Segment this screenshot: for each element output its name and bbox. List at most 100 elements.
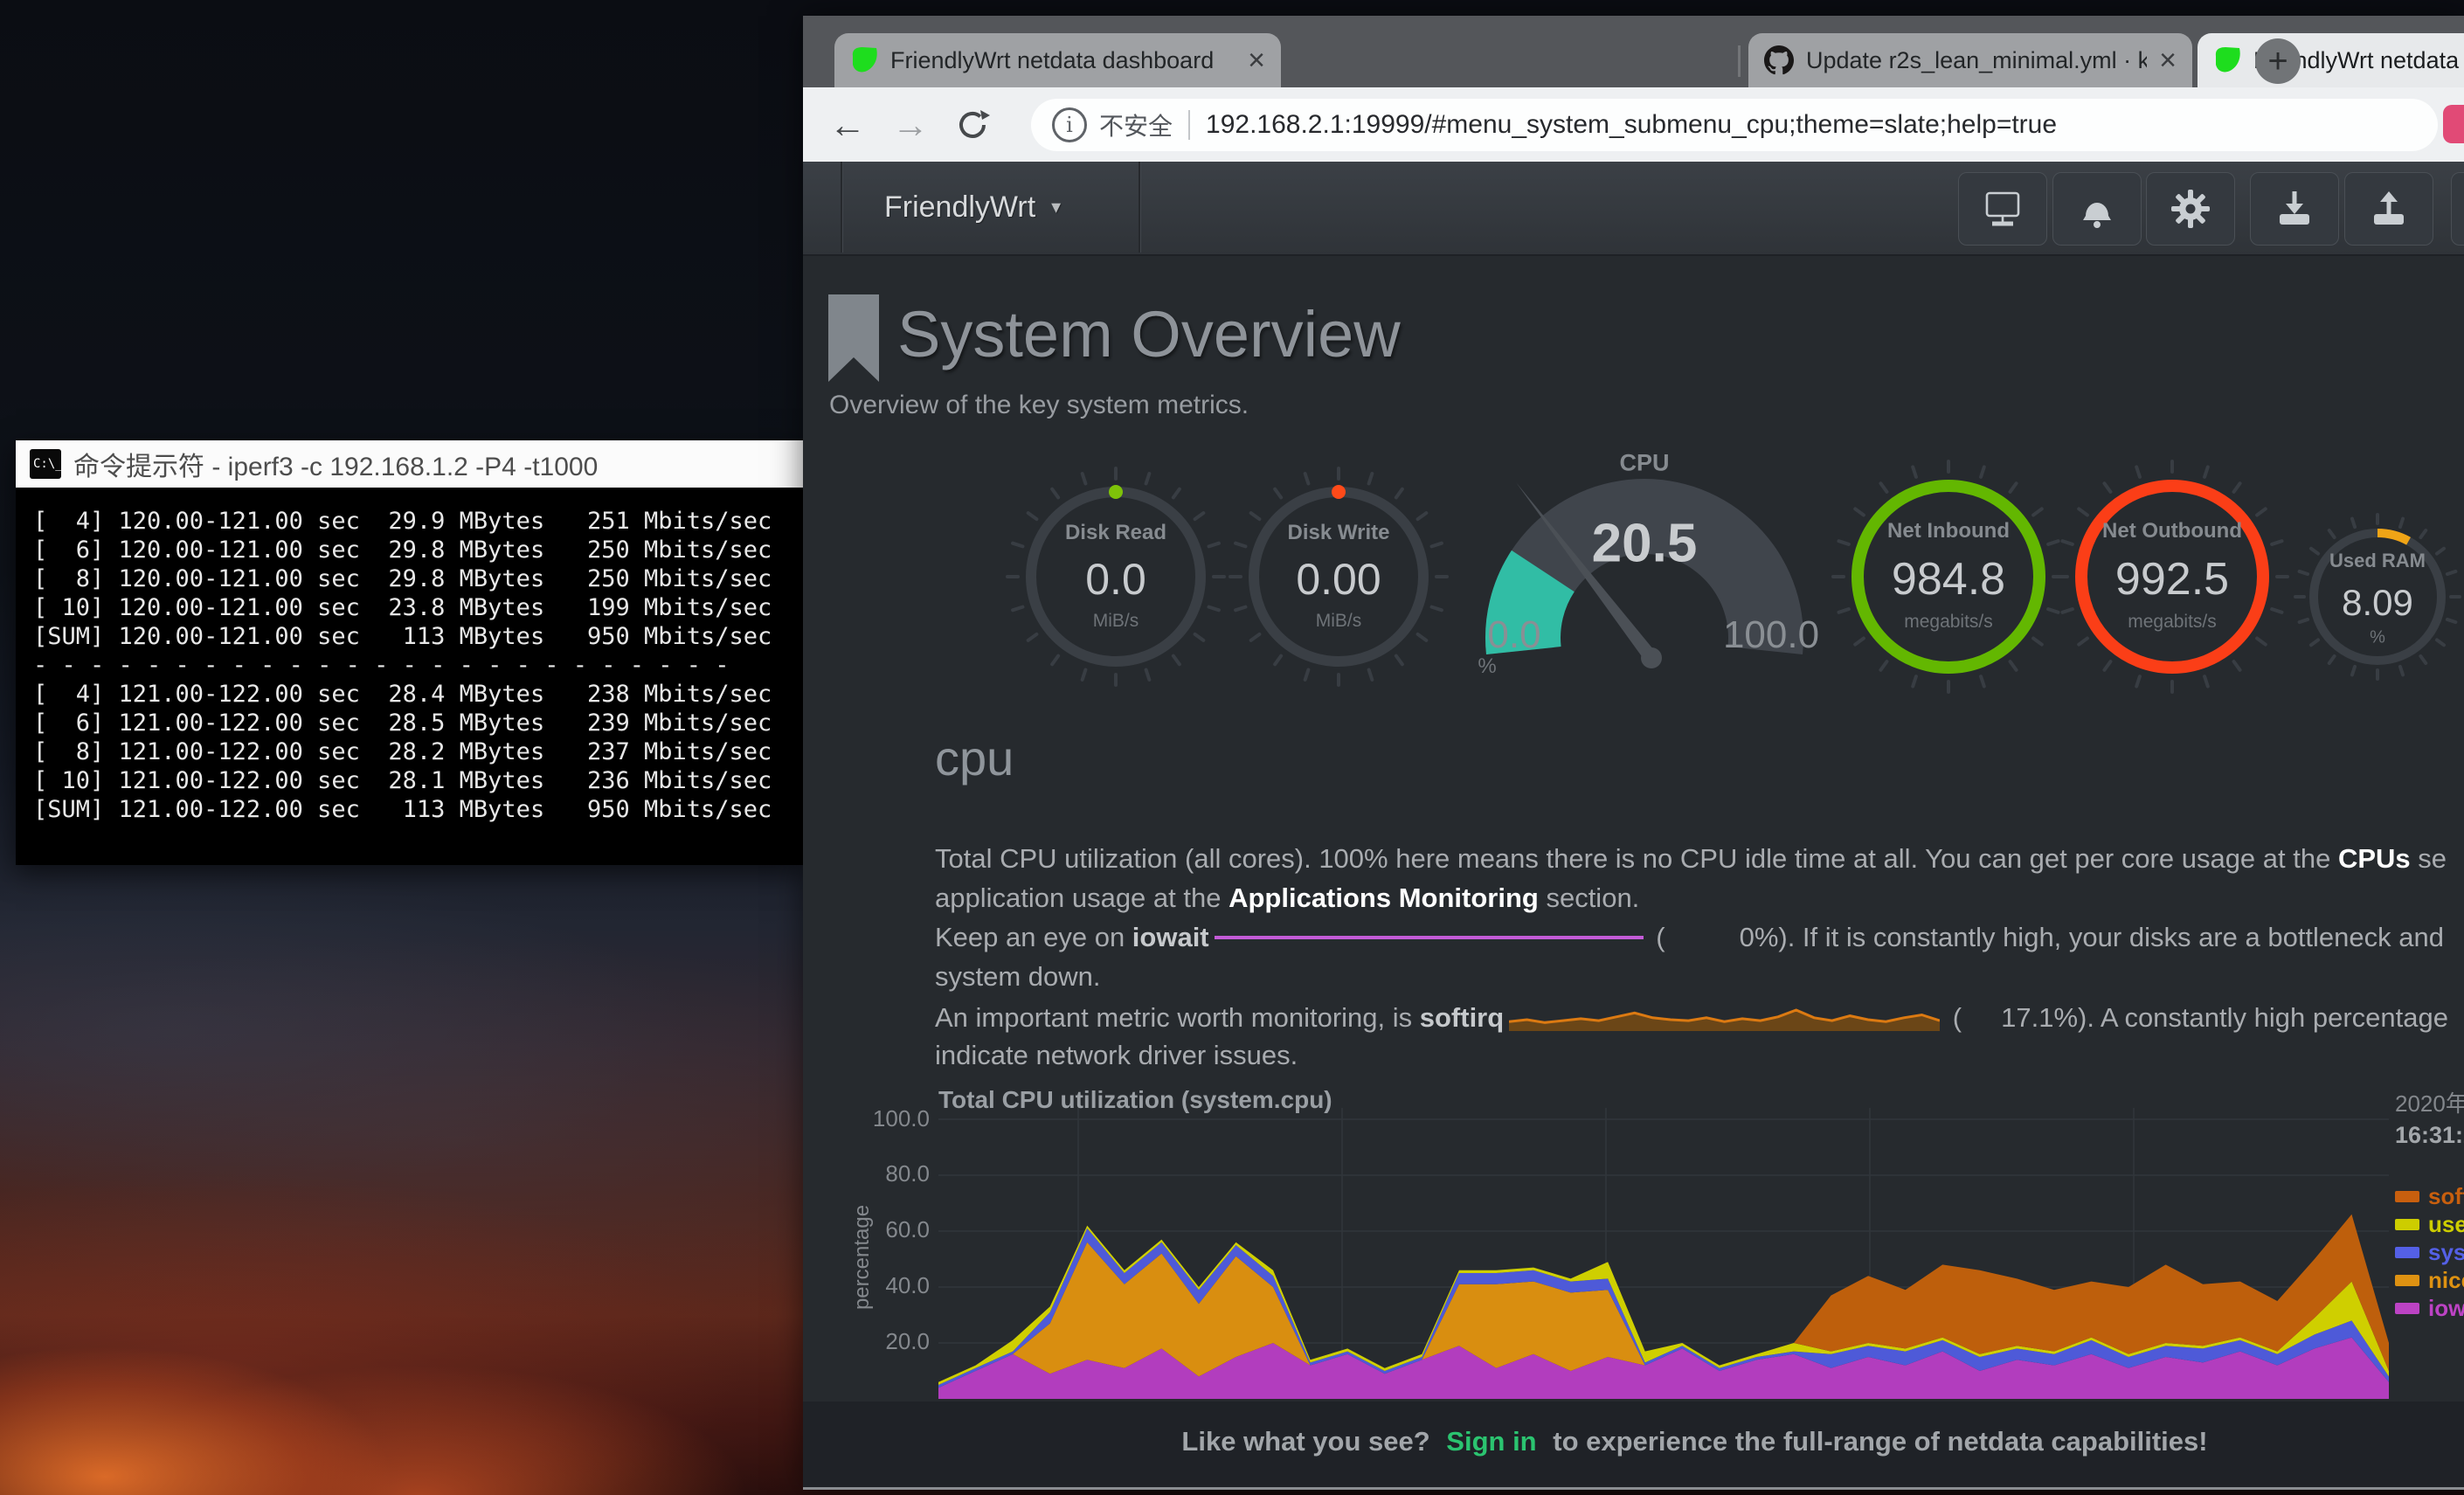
host-name: FriendlyWrt bbox=[884, 190, 1035, 225]
host-dropdown[interactable]: FriendlyWrt ▾ bbox=[884, 162, 1061, 253]
legend-swatch bbox=[2395, 1247, 2419, 1258]
alarms-button[interactable] bbox=[2052, 172, 2142, 246]
highlighted-term: softirq bbox=[1420, 1002, 1504, 1033]
tab-strip: FriendlyWrt netdata dashboard × Update r… bbox=[803, 16, 2464, 87]
new-tab-button[interactable]: + bbox=[2255, 38, 2301, 84]
terminal-output-line: [SUM] 121.00-122.00 sec 113 MBytes 950 M… bbox=[33, 795, 804, 824]
import-button[interactable] bbox=[2250, 172, 2339, 246]
gauge-unit: megabits/s bbox=[1904, 612, 1993, 633]
screen: C:\_ 命令提示符 - iperf3 -c 192.168.1.2 -P4 -… bbox=[0, 0, 2464, 1495]
tab-title: FriendlyWrt netdata dashboard bbox=[890, 47, 1235, 74]
text-run: ( bbox=[1945, 1002, 1962, 1033]
monitor-icon bbox=[1980, 188, 2025, 230]
y-tick-label: 100.0 bbox=[851, 1105, 930, 1132]
gauge-label: CPU bbox=[1619, 450, 1669, 477]
description-line: Total CPU utilization (all cores). 100% … bbox=[935, 839, 2464, 878]
tab-close-icon[interactable]: × bbox=[2159, 45, 2177, 75]
tab-close-icon[interactable]: × bbox=[1248, 45, 1265, 75]
legend-items: softirqusersystemniceiowait bbox=[2395, 1182, 2464, 1322]
iowait-sparkline[interactable] bbox=[1215, 919, 1644, 959]
browser-toolbar: ← → i 不安全 192.168.2.1:19999/#menu_system… bbox=[803, 87, 2464, 162]
signin-link[interactable]: Sign in bbox=[1446, 1426, 1536, 1457]
legend-label: system bbox=[2428, 1239, 2464, 1266]
terminal-output[interactable]: [ 4] 120.00-121.00 sec 29.9 MBytes 251 M… bbox=[16, 488, 804, 865]
signin-bar: Like what you see? Sign in to experience… bbox=[803, 1402, 2464, 1490]
terminal-output-line: [ 6] 120.00-121.00 sec 29.8 MBytes 250 M… bbox=[33, 536, 804, 564]
url-bar[interactable]: i 不安全 192.168.2.1:19999/#menu_system_sub… bbox=[1031, 99, 2438, 151]
text-run: ( bbox=[1649, 922, 1665, 952]
page-info-icon[interactable]: i bbox=[1052, 107, 1087, 142]
bell-icon bbox=[2077, 188, 2117, 230]
cmd-prompt-icon: C:\_ bbox=[30, 449, 61, 479]
help-button[interactable] bbox=[2451, 172, 2464, 246]
back-button[interactable]: ← bbox=[821, 87, 874, 162]
gauge-label: Disk Read bbox=[1065, 521, 1166, 545]
section-title: System Overview bbox=[897, 297, 1401, 371]
y-tick-label: 80.0 bbox=[851, 1160, 930, 1187]
legend-swatch bbox=[2395, 1275, 2419, 1286]
navbar-divider bbox=[1139, 162, 1140, 253]
description-line: system down. bbox=[935, 957, 2464, 996]
print-mode-button[interactable] bbox=[1958, 172, 2047, 246]
url-text[interactable]: 192.168.2.1:19999/#menu_system_submenu_c… bbox=[1206, 110, 2057, 140]
tab-netdata-1[interactable]: FriendlyWrt netdata dashboard × bbox=[834, 33, 1281, 87]
tab-github[interactable]: Update r2s_lean_minimal.yml · k × bbox=[1748, 33, 2192, 87]
extension-icon[interactable] bbox=[2443, 105, 2464, 143]
url-separator bbox=[1188, 110, 1190, 140]
forward-button[interactable]: → bbox=[884, 87, 937, 162]
legend-swatch bbox=[2395, 1303, 2419, 1314]
cpu-description: Total CPU utilization (all cores). 100% … bbox=[935, 839, 2464, 1075]
cpu-utilization-chart[interactable] bbox=[938, 1108, 2389, 1399]
legend-swatch bbox=[2395, 1219, 2419, 1230]
gauge-min: 0.0 bbox=[1487, 613, 1540, 657]
export-button[interactable] bbox=[2344, 172, 2433, 246]
gauge-unit: % bbox=[1478, 654, 1496, 679]
legend-item-nice[interactable]: nice bbox=[2395, 1266, 2464, 1294]
gear-icon bbox=[2170, 188, 2211, 230]
legend-item-system[interactable]: system bbox=[2395, 1238, 2464, 1266]
text-run: 0%). If it is constantly high, your disk… bbox=[1740, 922, 2444, 952]
section-subtitle: Overview of the key system metrics. bbox=[829, 391, 1249, 420]
terminal-title: 命令提示符 - iperf3 -c 192.168.1.2 -P4 -t1000 bbox=[73, 445, 598, 483]
text-run: application usage at the bbox=[935, 882, 1229, 913]
gauge-label: Net Outbound bbox=[2102, 519, 2242, 543]
chevron-down-icon: ▾ bbox=[1051, 196, 1061, 218]
legend-item-softirq[interactable]: softirq bbox=[2395, 1182, 2464, 1210]
legend-time: 16:31:2 bbox=[2395, 1122, 2464, 1149]
gauge-value: 0.00 bbox=[1296, 554, 1381, 605]
tab-netdata-active[interactable]: FriendlyWrt netdata dashboard × bbox=[2198, 33, 2464, 87]
security-label[interactable]: 不安全 bbox=[1099, 107, 1173, 142]
gauge-unit: % bbox=[2370, 628, 2385, 648]
text-run: se bbox=[2411, 843, 2447, 874]
softirq-sparkline[interactable] bbox=[1509, 996, 1940, 1043]
text-run: Total CPU utilization (all cores). 100% … bbox=[935, 843, 2338, 874]
signin-prefix: Like what you see? bbox=[1181, 1426, 1429, 1457]
gauge-unit: megabits/s bbox=[2128, 612, 2217, 633]
description-line: An important metric worth monitoring, is… bbox=[935, 996, 2464, 1035]
bookmark-icon bbox=[828, 294, 879, 382]
netdata-favicon bbox=[2213, 45, 2241, 75]
navbar-divider bbox=[841, 162, 842, 253]
reload-button[interactable] bbox=[946, 87, 999, 162]
reload-icon bbox=[955, 107, 990, 142]
gauge-unit: MiB/s bbox=[1093, 611, 1139, 632]
terminal-output-line: - - - - - - - - - - - - - - - - - - - - … bbox=[33, 651, 804, 680]
terminal-output-line: [ 8] 121.00-122.00 sec 28.2 MBytes 237 M… bbox=[33, 737, 804, 766]
legend-label: nice bbox=[2428, 1267, 2464, 1294]
settings-button[interactable] bbox=[2146, 172, 2235, 246]
gauge-max: 100.0 bbox=[1723, 613, 1819, 657]
legend-label: iowait bbox=[2428, 1295, 2464, 1322]
gauge-value: 984.8 bbox=[1892, 553, 2005, 606]
terminal-output-line: [ 4] 121.00-122.00 sec 28.4 MBytes 238 M… bbox=[33, 680, 804, 709]
terminal-title-bar[interactable]: C:\_ 命令提示符 - iperf3 -c 192.168.1.2 -P4 -… bbox=[16, 440, 804, 488]
terminal-output-line: [ 10] 120.00-121.00 sec 23.8 MBytes 199 … bbox=[33, 593, 804, 622]
y-tick-label: 60.0 bbox=[851, 1216, 930, 1243]
gauge-value: 8.09 bbox=[2342, 582, 2413, 624]
terminal-window: C:\_ 命令提示符 - iperf3 -c 192.168.1.2 -P4 -… bbox=[16, 440, 804, 865]
legend-item-iowait[interactable]: iowait bbox=[2395, 1294, 2464, 1322]
legend-item-user[interactable]: user bbox=[2395, 1210, 2464, 1238]
gauge-unit: MiB/s bbox=[1316, 611, 1362, 632]
terminal-output-line: [ 10] 121.00-122.00 sec 28.1 MBytes 236 … bbox=[33, 766, 804, 795]
description-line: application usage at the Applications Mo… bbox=[935, 878, 2464, 917]
gauge-value: 992.5 bbox=[2115, 553, 2229, 606]
